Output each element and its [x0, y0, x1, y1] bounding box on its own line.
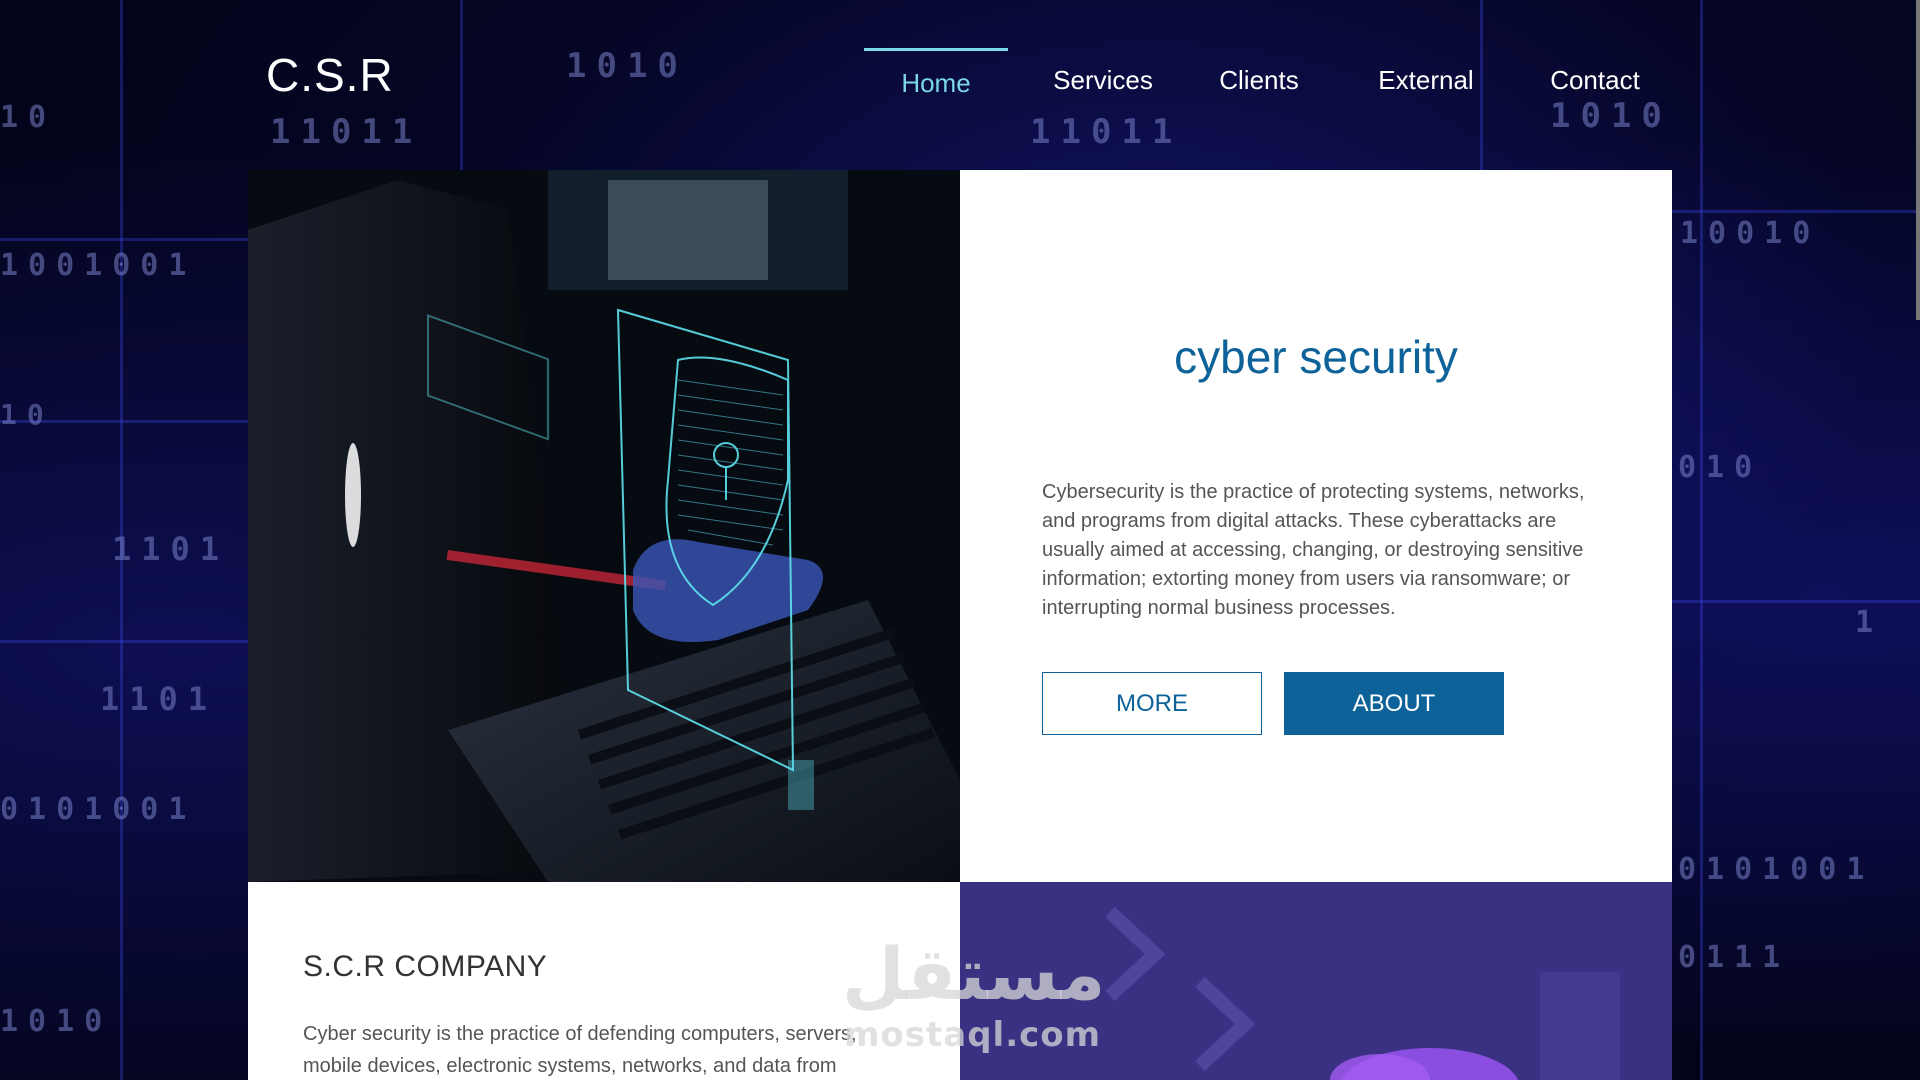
company-description: Cyber security is the practice of defend…	[303, 1023, 857, 1077]
binary-text: 1010	[0, 1004, 113, 1039]
circuit-line	[1670, 600, 1920, 603]
watermark-latin: mostaql.com	[844, 1015, 1102, 1055]
circuit-line	[0, 640, 250, 643]
more-button[interactable]: MORE	[1042, 672, 1262, 735]
binary-text: 10010	[1680, 216, 1821, 251]
scrollbar[interactable]	[1916, 0, 1920, 320]
binary-text: 1001001	[0, 248, 197, 283]
binary-text: 0101001	[0, 792, 197, 827]
nav-item-contact[interactable]: Contact	[1530, 48, 1660, 108]
binary-text: 1	[1855, 605, 1884, 640]
binary-text: 10	[0, 398, 54, 431]
binary-text: 0111	[1678, 940, 1791, 975]
binary-text: 10	[0, 100, 57, 135]
laptop-hacker-shield-lock-image	[248, 170, 960, 882]
nav-item-services[interactable]: Services	[1038, 48, 1168, 108]
site-logo[interactable]: C.S.R	[266, 48, 394, 102]
about-button[interactable]: ABOUT	[1284, 672, 1504, 735]
binary-text: 11011	[1030, 112, 1183, 152]
hero-illustration	[248, 170, 960, 882]
circuit-line	[1700, 0, 1703, 1080]
binary-text: 010	[1678, 450, 1763, 485]
binary-text: 1101	[112, 530, 230, 568]
watermark-arabic: مستقل	[842, 932, 1106, 1016]
hero-card: cyber security Cybersecurity is the prac…	[960, 170, 1672, 882]
hero-description: Cybersecurity is the practice of protect…	[1042, 481, 1585, 619]
binary-text: 0101001	[1678, 852, 1875, 887]
circuit-line	[0, 238, 250, 241]
hero-title: cyber security	[1174, 331, 1458, 383]
circuit-line	[1670, 210, 1920, 213]
nav-item-external[interactable]: External	[1360, 48, 1492, 108]
circuit-line	[460, 0, 463, 170]
nav-item-home[interactable]: Home	[864, 48, 1008, 111]
company-title: S.C.R COMPANY	[303, 950, 548, 983]
nav-item-clients[interactable]: Clients	[1204, 48, 1314, 108]
binary-text: 1010	[566, 46, 688, 86]
binary-text: 11011	[270, 112, 423, 152]
binary-text: 1101	[100, 680, 218, 718]
